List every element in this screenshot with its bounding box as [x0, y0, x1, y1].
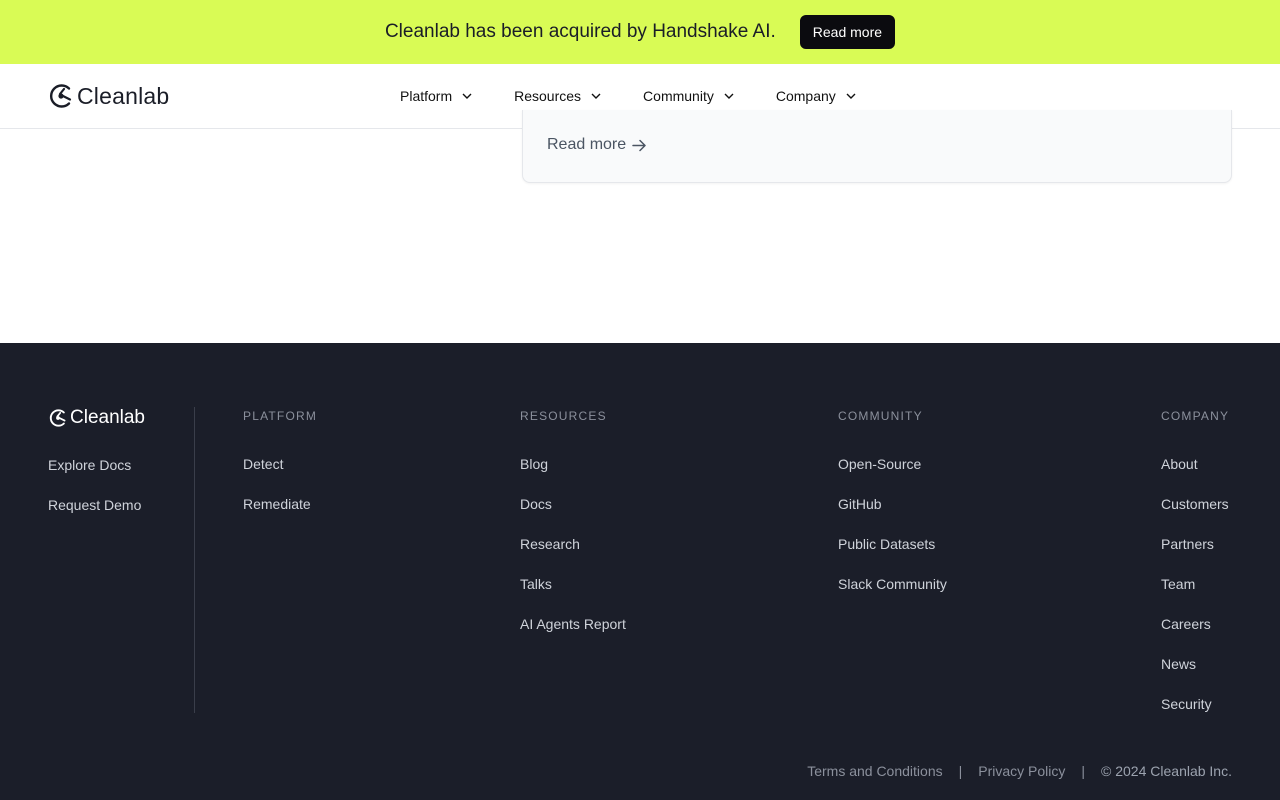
copyright-text: © 2024 Cleanlab Inc. [1101, 763, 1232, 779]
nav-item-platform[interactable]: Platform [400, 88, 472, 104]
terms-link[interactable]: Terms and Conditions [807, 763, 942, 779]
announcement-banner: Cleanlab has been acquired by Handshake … [0, 0, 1280, 64]
footer-column-platform: PLATFORM Detect Remediate [243, 409, 317, 536]
cleanlab-logo-icon [49, 409, 66, 427]
footer-logo-text: Cleanlab [70, 407, 145, 428]
footer-link[interactable]: AI Agents Report [520, 616, 626, 656]
logo-text: Cleanlab [77, 82, 170, 109]
footer-link[interactable]: Detect [243, 456, 317, 496]
legal-separator: | [958, 763, 963, 779]
nav-item-company[interactable]: Company [776, 88, 856, 104]
card-link-label: Read more [547, 136, 627, 153]
card-read-more-link[interactable]: Read more [547, 136, 647, 154]
footer-link[interactable]: Partners [1161, 536, 1229, 576]
logo[interactable]: Cleanlab [48, 81, 169, 111]
footer-column-heading: RESOURCES [520, 409, 607, 423]
footer-divider [194, 407, 195, 713]
chevron-down-icon [591, 93, 601, 99]
footer-brand: Cleanlab Explore Docs Request Demo [48, 407, 145, 537]
footer-link[interactable]: Blog [520, 456, 626, 496]
footer-legal: Terms and Conditions | Privacy Policy | … [807, 763, 1232, 779]
privacy-link[interactable]: Privacy Policy [978, 763, 1065, 779]
footer-link[interactable]: News [1161, 656, 1229, 696]
footer-column-company: COMPANY About Customers Partners Team Ca… [1161, 409, 1229, 736]
footer-link[interactable]: Remediate [243, 496, 317, 536]
footer-link[interactable]: Talks [520, 576, 626, 616]
nav-item-label: Platform [400, 88, 453, 104]
footer-link[interactable]: Careers [1161, 616, 1229, 656]
banner-text: Cleanlab has been acquired by Handshake … [384, 21, 776, 42]
footer-column-heading: PLATFORM [243, 409, 318, 423]
footer-link[interactable]: Team [1161, 576, 1229, 616]
footer-column-heading: COMMUNITY [838, 409, 923, 423]
chevron-down-icon [724, 93, 734, 99]
footer-link-request-demo[interactable]: Request Demo [48, 497, 145, 537]
footer-logo[interactable]: Cleanlab [48, 407, 145, 429]
footer-link[interactable]: Public Datasets [838, 536, 947, 576]
site-footer: Cleanlab Explore Docs Request Demo PLATF… [0, 343, 1280, 800]
footer-link[interactable]: Security [1161, 696, 1229, 736]
nav-item-label: Resources [514, 88, 582, 104]
content-card: Read more [522, 110, 1232, 183]
cleanlab-logo-icon [50, 84, 72, 108]
legal-separator: | [1081, 763, 1086, 779]
nav-item-resources[interactable]: Resources [514, 88, 601, 104]
footer-link[interactable]: GitHub [838, 496, 947, 536]
footer-link[interactable]: About [1161, 456, 1229, 496]
arrow-right-icon [632, 139, 646, 151]
footer-link[interactable]: Slack Community [838, 576, 947, 616]
footer-link[interactable]: Docs [520, 496, 626, 536]
nav-item-community[interactable]: Community [643, 88, 734, 104]
footer-brand-links: Explore Docs Request Demo [48, 457, 145, 537]
chevron-down-icon [846, 93, 856, 99]
footer-link-explore-docs[interactable]: Explore Docs [48, 457, 145, 497]
footer-link[interactable]: Research [520, 536, 626, 576]
footer-link[interactable]: Customers [1161, 496, 1229, 536]
banner-read-more-button[interactable]: Read more [799, 15, 896, 49]
footer-column-community: COMMUNITY Open-Source GitHub Public Data… [838, 409, 947, 616]
footer-column-resources: RESOURCES Blog Docs Research Talks AI Ag… [520, 409, 626, 656]
chevron-down-icon [462, 93, 472, 99]
footer-column-heading: COMPANY [1161, 409, 1230, 423]
nav-item-label: Company [775, 88, 836, 104]
footer-link[interactable]: Open-Source [838, 456, 947, 496]
nav-item-label: Community [643, 88, 714, 104]
